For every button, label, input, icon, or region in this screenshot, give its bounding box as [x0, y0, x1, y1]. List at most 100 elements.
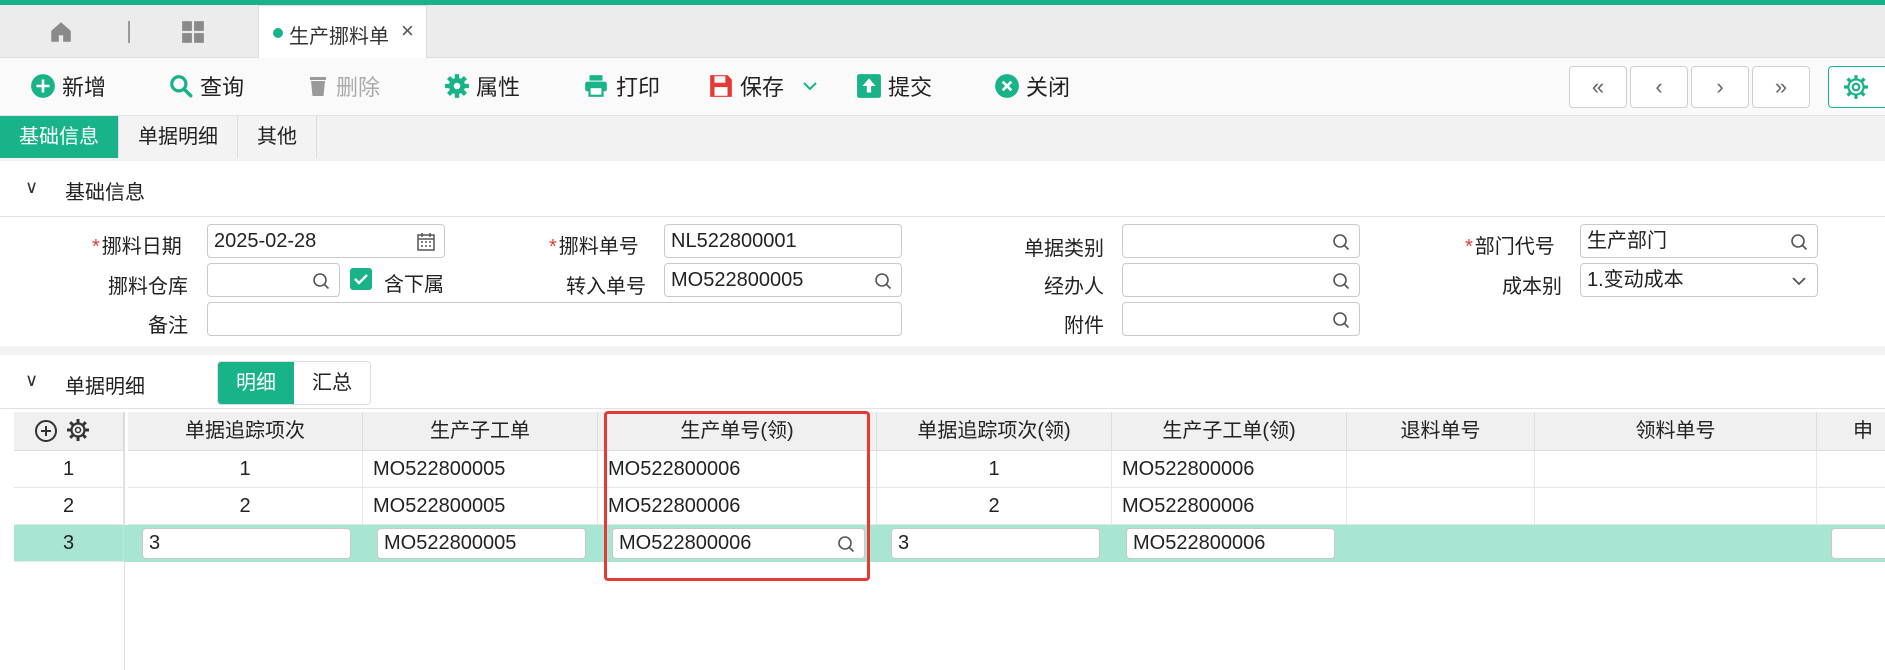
table-cell[interactable]: 2 — [877, 488, 1112, 525]
row-number[interactable]: 3 — [14, 525, 124, 562]
chevron-down-icon[interactable]: ∨ — [25, 370, 38, 391]
doc-type-field[interactable] — [1122, 224, 1360, 258]
date-field[interactable]: 2025-02-28 — [207, 224, 445, 258]
attach-field[interactable] — [1122, 302, 1360, 336]
close-icon[interactable]: × — [401, 18, 414, 44]
col-return-no[interactable]: 退料单号 — [1347, 412, 1535, 451]
handler-field[interactable] — [1122, 263, 1360, 297]
chevron-down-icon[interactable] — [1789, 271, 1809, 291]
mo-pick-input[interactable]: MO522800006 — [612, 528, 865, 559]
first-record-button[interactable]: « — [1569, 66, 1627, 108]
table-cell[interactable]: 1 — [128, 451, 363, 488]
table-cell[interactable]: MO522800006 — [598, 451, 877, 488]
properties-button[interactable]: 属性 — [444, 71, 520, 101]
col-trace-item-pick[interactable]: 单据追踪项次(领) — [877, 412, 1112, 451]
upload-icon — [857, 74, 881, 98]
basic-info-header[interactable]: ∨ 基础信息 — [0, 161, 1885, 217]
dept-field[interactable]: 生产部门 — [1580, 224, 1818, 258]
sub-order-pick-input[interactable]: MO522800006 — [1126, 528, 1335, 559]
delete-label: 删除 — [336, 75, 381, 100]
double-chevron-right-icon: » — [1774, 74, 1788, 99]
trace-item-input[interactable]: 3 — [142, 528, 351, 559]
col-trace-item[interactable]: 单据追踪项次 — [128, 412, 363, 451]
table-cell[interactable]: MO522800006 — [1112, 451, 1347, 488]
warehouse-field[interactable] — [207, 263, 340, 297]
table-cell[interactable] — [1535, 451, 1817, 488]
table-cell[interactable]: MO522800006 — [1112, 488, 1347, 525]
apply-input[interactable] — [1831, 528, 1885, 559]
remark-label: 备注 — [148, 315, 188, 337]
home-icon[interactable] — [48, 19, 74, 45]
close-circle-icon — [995, 74, 1019, 98]
chevron-left-icon: ‹ — [1655, 74, 1663, 99]
toggle-summary[interactable]: 汇总 — [294, 362, 370, 404]
col-sub-order[interactable]: 生产子工单 — [363, 412, 598, 451]
add-row-icon[interactable] — [34, 419, 58, 443]
prev-record-button[interactable]: ‹ — [1630, 66, 1688, 108]
trace-item-pick-input[interactable]: 3 — [891, 528, 1100, 559]
table-cell[interactable] — [1535, 488, 1817, 525]
col-sub-order-pick[interactable]: 生产子工单(领) — [1112, 412, 1347, 451]
apps-grid-icon[interactable] — [180, 19, 206, 45]
transfer-no-field[interactable]: MO522800005 — [664, 263, 902, 297]
warehouse-label: 挪料仓库 — [108, 276, 188, 298]
cost-select[interactable]: 1.变动成本 — [1580, 263, 1818, 297]
query-label: 查询 — [200, 75, 245, 100]
submit-label: 提交 — [888, 75, 933, 100]
chevron-right-icon: › — [1716, 74, 1724, 99]
delete-button[interactable]: 删除 — [306, 71, 380, 101]
gear-icon — [1844, 75, 1868, 99]
close-button[interactable]: 关闭 — [994, 71, 1070, 101]
next-record-button[interactable]: › — [1691, 66, 1749, 108]
settings-button[interactable] — [1828, 66, 1885, 108]
calendar-icon[interactable] — [416, 232, 436, 252]
search-icon[interactable] — [1331, 310, 1351, 330]
plus-circle-icon — [31, 74, 55, 98]
table-cell[interactable]: 1 — [877, 451, 1112, 488]
search-icon[interactable] — [1331, 271, 1351, 291]
table-cell[interactable] — [1817, 488, 1885, 525]
gear-icon[interactable] — [66, 418, 90, 442]
search-icon[interactable] — [836, 534, 856, 554]
tab-basic-info[interactable]: 基础信息 — [0, 116, 119, 158]
sub-order-input[interactable]: MO522800005 — [377, 528, 586, 559]
dept-label: * 部门代号 — [1465, 236, 1555, 258]
remark-field[interactable] — [207, 302, 902, 336]
table-cell[interactable]: MO522800005 — [363, 488, 598, 525]
properties-label: 属性 — [476, 75, 521, 100]
col-apply[interactable]: 申 — [1817, 412, 1885, 451]
row-number[interactable]: 1 — [14, 451, 124, 488]
handler-label: 经办人 — [1044, 276, 1104, 298]
col-pick-no[interactable]: 领料单号 — [1535, 412, 1817, 451]
search-icon[interactable] — [311, 271, 331, 291]
table-cell[interactable]: MO522800006 — [598, 488, 877, 525]
search-icon[interactable] — [1331, 232, 1351, 252]
tab-doc-detail[interactable]: 单据明细 — [119, 116, 238, 158]
tab-production-transfer[interactable]: 生产挪料单 × — [258, 5, 427, 58]
chevron-down-icon[interactable] — [802, 80, 818, 92]
tab-other[interactable]: 其他 — [238, 116, 317, 158]
table-cell[interactable] — [1347, 451, 1535, 488]
table-cell[interactable]: MO522800005 — [363, 451, 598, 488]
add-button[interactable]: 新增 — [30, 71, 106, 101]
table-cell[interactable] — [1817, 451, 1885, 488]
double-chevron-left-icon: « — [1591, 74, 1605, 99]
col-mo-pick[interactable]: 生产单号(领) — [598, 412, 877, 451]
doc-no-field[interactable]: NL522800001 — [664, 224, 902, 258]
print-button[interactable]: 打印 — [582, 71, 660, 101]
detail-grid: 单据追踪项次 生产子工单 生产单号(领) 单据追踪项次(领) 生产子工单(领) … — [14, 412, 1885, 670]
table-cell[interactable]: 2 — [128, 488, 363, 525]
search-icon — [170, 75, 193, 98]
add-label: 新增 — [62, 75, 107, 100]
query-button[interactable]: 查询 — [168, 71, 244, 101]
toggle-detail[interactable]: 明细 — [218, 362, 294, 404]
search-icon[interactable] — [1789, 232, 1809, 252]
search-icon[interactable] — [873, 271, 893, 291]
last-record-button[interactable]: » — [1752, 66, 1810, 108]
row-number[interactable]: 2 — [14, 488, 124, 525]
table-cell[interactable] — [1347, 488, 1535, 525]
include-sub-checkbox[interactable] — [350, 268, 372, 290]
save-button[interactable]: 保存 — [708, 71, 824, 101]
chevron-down-icon[interactable]: ∨ — [25, 177, 38, 198]
submit-button[interactable]: 提交 — [856, 71, 932, 101]
